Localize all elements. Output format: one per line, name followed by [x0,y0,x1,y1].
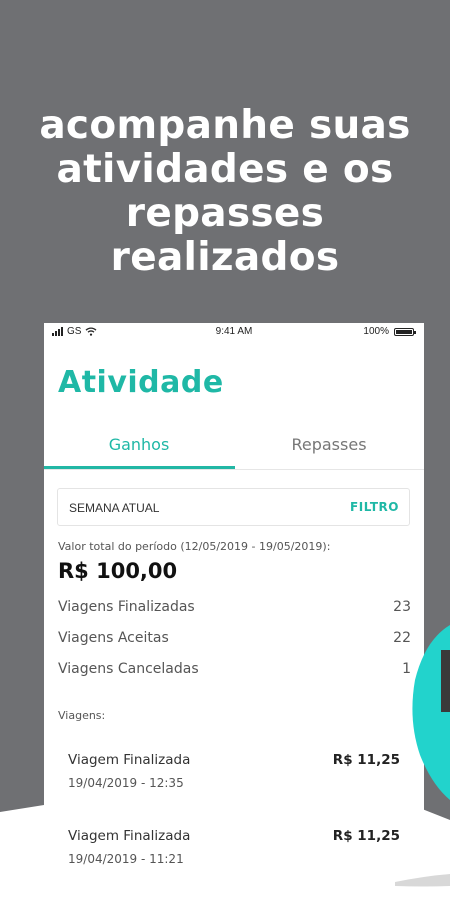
phone-screen: GS 9:41 AM 100% Atividade Ganhos Repasse… [44,323,424,900]
period-filter-bar[interactable]: SEMANA ATUAL FILTRO [57,488,410,526]
trip-amount: R$ 11,25 [332,752,400,768]
trip-title: Viagem Finalizada [68,828,191,844]
trip-date: 19/04/2019 - 11:21 [68,852,184,866]
stat-value: 22 [393,630,411,646]
tab-repasses[interactable]: Repasses [234,423,424,467]
trip-date: 19/04/2019 - 12:35 [68,776,184,790]
battery-percent: 100% [363,326,389,337]
trip-title: Viagem Finalizada [68,752,191,768]
trip-list-item[interactable]: Viagem Finalizada 19/04/2019 - 12:35 R$ … [68,752,400,796]
status-bar: GS 9:41 AM 100% [44,323,424,341]
stat-row-finished: Viagens Finalizadas 23 [58,599,411,619]
stat-label: Viagens Canceladas [58,661,199,677]
headline-line: acompanhe suas [39,103,411,148]
battery-icon [394,327,416,336]
trip-list-item[interactable]: Viagem Finalizada 19/04/2019 - 11:21 R$ … [68,828,400,872]
stat-value: 23 [393,599,411,615]
stat-label: Viagens Finalizadas [58,599,195,615]
total-period-label: Valor total do período (12/05/2019 - 19/… [58,540,331,553]
filter-button[interactable]: FILTRO [350,500,399,514]
promo-headline: acompanhe suas atividades e os repasses … [0,104,450,280]
headline-line: repasses [125,191,325,236]
trip-amount: R$ 11,25 [332,828,400,844]
headline-line: realizados [110,235,340,280]
headline-line: atividades e os [56,147,394,192]
page-title: Atividade [58,365,224,400]
trips-section-label: Viagens: [58,709,106,722]
period-selector[interactable]: SEMANA ATUAL [69,501,159,515]
tab-bar: Ganhos Repasses [44,423,424,470]
tab-divider [44,469,424,470]
tab-ganhos[interactable]: Ganhos [44,423,234,467]
total-period-value: R$ 100,00 [58,559,178,583]
stat-row-accepted: Viagens Aceitas 22 [58,630,411,650]
stat-label: Viagens Aceitas [58,630,169,646]
stat-value: 1 [402,661,411,677]
stat-row-cancelled: Viagens Canceladas 1 [58,661,411,681]
